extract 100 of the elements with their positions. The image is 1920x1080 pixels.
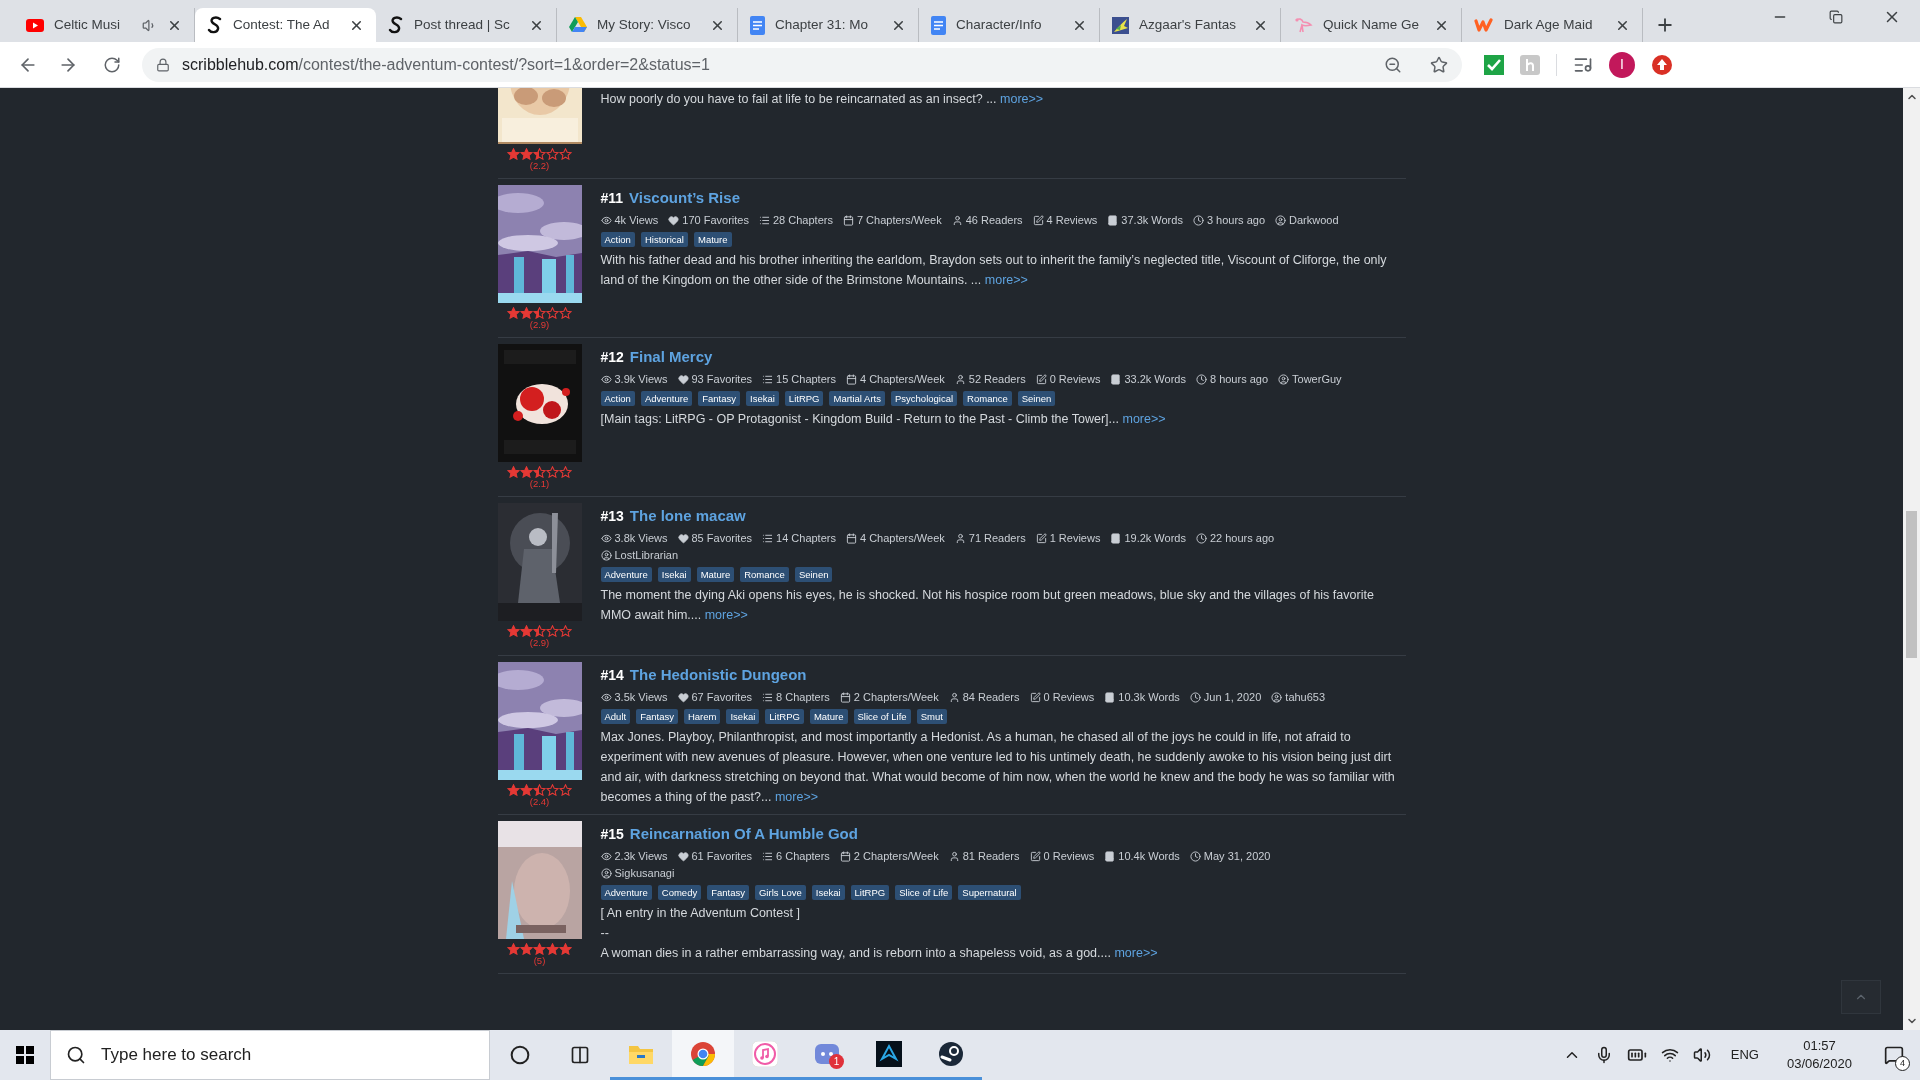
description-text: [Main tags: LitRPG - OP Protagonist - Kingdom Build - Return to the Past - Climb the Tower]... more>> [600,410,1167,428]
tag-link[interactable]: Harem [683,708,721,724]
stat-text: 4 Chapters/Week [859,371,945,387]
wifi-icon[interactable] [1660,1046,1679,1064]
tag-link[interactable]: Action [600,231,635,247]
description-text: The moment the dying Aki opens his eyes, he is shocked. Not his hospice room but green meadows, blue sky and the villages of his favorite MMO await him.... more>> [600,586,1375,624]
windows-logo-icon[interactable] [16,1046,34,1064]
stat-text: 170 Favorites [682,212,749,228]
task-view-icon[interactable] [570,1045,590,1065]
tag-link[interactable]: Smut [916,708,947,724]
cortana-circle-icon[interactable] [510,1045,530,1065]
browser-tab[interactable]: Contest: The Ad [195,8,376,42]
stat-text: 3.9k Views [614,371,668,387]
tag-link[interactable]: Comedy [657,884,702,900]
tag-link[interactable]: Isekai [726,708,760,724]
tag-link[interactable]: LitRPG [784,390,824,406]
stat-text: 71 Readers [968,530,1026,546]
tag-link[interactable]: LitRPG [765,708,804,724]
restore-icon[interactable] [1829,10,1843,24]
reload-icon[interactable] [103,55,121,74]
author-link[interactable]: TowerGuy [1292,370,1342,388]
title-link[interactable]: Final Mercy [629,346,713,369]
profile-avatar[interactable]: I [1609,51,1635,78]
tag-link[interactable]: Action [600,390,635,406]
tag-link[interactable]: Seinen [1017,390,1056,406]
more-link[interactable]: more>> [704,607,748,622]
more-link[interactable]: more>> [984,272,1028,287]
star-icon [546,943,559,955]
more-link[interactable]: more>> [1122,411,1166,426]
tab-title: Azgaar's Fantas [1139,15,1238,34]
notifications-icon[interactable] [1884,1045,1904,1065]
heart-icon [677,850,689,862]
stat-text: 4 Reviews [1046,212,1098,228]
author-link[interactable]: Darkwood [1289,211,1339,229]
stat-text: 19.2k Words [1124,530,1186,546]
title-link[interactable]: Viscount’s Rise [629,187,740,210]
checkmark-icon[interactable] [1484,54,1504,75]
clock-date[interactable]: 03/06/2020 [1786,1055,1852,1073]
stat-text: 3 hours ago [1206,212,1265,228]
tag-link[interactable]: Fantasy [707,884,749,900]
address-bar[interactable]: scribblehub.com/contest/the-adventum-contest/?sort=1&order=2&status=1 [142,47,1462,82]
scrollbar-thumb[interactable] [1906,511,1917,658]
tag-link[interactable]: Psychological [891,390,958,406]
browser-logo-icon [690,1040,716,1067]
book-icon [1110,532,1122,544]
title-link[interactable]: The lone macaw [629,505,746,528]
star-icon [520,943,533,955]
author-link[interactable]: Sigkusanagi [614,864,675,882]
tag-link[interactable]: Supernatural [958,884,1021,900]
tag-link[interactable]: Mature [809,708,848,724]
tag-link[interactable]: Romance [740,566,789,582]
taskbar-app[interactable]: 1 [796,1030,858,1080]
eye-icon [600,532,612,544]
zoom-out-icon[interactable] [1384,55,1402,74]
stat-text: May 31, 2020 [1203,848,1271,864]
bookmark-star-icon[interactable] [1430,55,1448,74]
stat-text: 3.8k Views [614,530,668,546]
author-link[interactable]: LostLibrarian [614,546,679,564]
tag-link[interactable]: Girls Love [755,884,806,900]
tag-link[interactable]: Adventure [600,884,652,900]
tag-link[interactable]: Romance [963,390,1012,406]
stat-text: 46 Readers [965,212,1023,228]
tag-link[interactable]: Fantasy [698,390,740,406]
tag-link[interactable]: Mature [696,566,735,582]
tag-link[interactable]: Slice of Life [895,884,953,900]
tag-link[interactable]: Mature [693,231,732,247]
stat-text: 0 Reviews [1043,848,1095,864]
tag-link[interactable]: Isekai [657,566,691,582]
more-link[interactable]: more>> [1000,92,1044,106]
tag-link[interactable]: Slice of Life [853,708,911,724]
stat-text: 8 Chapters [776,689,830,705]
title-link[interactable]: The Hedonistic Dungeon [629,664,807,687]
new-tab-icon[interactable] [1655,15,1675,35]
tag-link[interactable]: Adult [600,708,631,724]
tag-link[interactable]: Isekai [811,884,845,900]
tag-link[interactable]: LitRPG [850,884,890,900]
title-link[interactable]: Reincarnation Of A Humble God [629,823,858,846]
tag-link[interactable]: Martial Arts [829,390,885,406]
tag-link[interactable]: Historical [640,231,688,247]
description-text: Max Jones. Playboy, Philanthropist, and most importantly a Hedonist. As a human, he chased all of the joys he could in life, not afraid to experiment with new avenues of pleasure. However, when one venture led to his untimely death, he suddenly awoke to his vision being just dirt and air, with darkness stretching on beyond that. What would become of him now, when the world he knew and the body he was so familiar with becomes a thing of the past?... more>> [600,728,1396,806]
volume-icon[interactable] [1692,1046,1711,1064]
more-link[interactable]: more>> [1114,945,1158,960]
tag-link[interactable]: Fantasy [636,708,678,724]
star-icon [546,466,559,478]
tag-link[interactable]: Seinen [794,566,833,582]
stat-text: 7 Chapters/Week [856,212,942,228]
map-icon [1112,16,1129,34]
tag-link[interactable]: Adventure [600,566,652,582]
user-icon [1275,214,1286,226]
clock-time[interactable]: 01:57 [1803,1037,1836,1055]
tag-link[interactable]: Adventure [640,390,693,406]
stat-text: 81 Readers [962,848,1020,864]
calendar-icon [842,214,854,226]
author-link[interactable]: tahu653 [1285,688,1326,706]
tab-title: Celtic Musi [54,15,121,34]
scrollbar[interactable] [1903,88,1920,1030]
language-indicator[interactable]: ENG [1724,1045,1765,1065]
tag-link[interactable]: Isekai [746,390,779,406]
taskbar-search-field[interactable]: Type here to search [50,1030,490,1080]
more-link[interactable]: more>> [774,789,819,804]
